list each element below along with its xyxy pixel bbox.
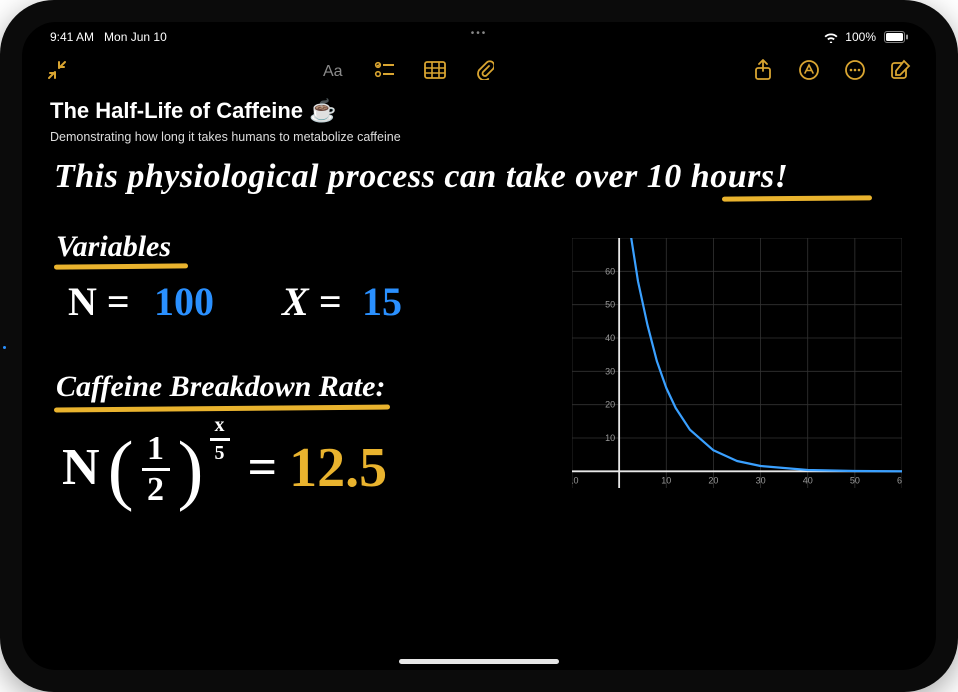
- collapse-icon[interactable]: [44, 57, 70, 83]
- paren-open: (: [108, 438, 134, 500]
- highlight-underline-variables: [54, 263, 188, 269]
- hw-main-sentence: This physiological process can take over…: [54, 158, 788, 196]
- note-body[interactable]: The Half-Life of Caffeine ☕️ Demonstrati…: [50, 98, 908, 652]
- svg-text:50: 50: [605, 300, 615, 310]
- exp-bot: 5: [215, 442, 225, 465]
- markup-icon[interactable]: [796, 57, 822, 83]
- paren-close: ): [178, 438, 204, 500]
- hw-var-n-label: N =: [68, 278, 130, 325]
- highlight-underline-10hours: [722, 195, 872, 201]
- share-icon[interactable]: [750, 57, 776, 83]
- more-icon[interactable]: [842, 57, 868, 83]
- status-bar: 9:41 AM Mon Jun 10 ••• 100%: [22, 22, 936, 48]
- hw-main-b: 10 hours!: [647, 158, 789, 195]
- exp-bar: [210, 438, 230, 441]
- multitask-dots-icon[interactable]: •••: [471, 28, 488, 39]
- coffee-emoji-icon: ☕️: [309, 98, 336, 124]
- side-indicator: [3, 346, 6, 349]
- hw-section-rate: Caffeine Breakdown Rate:: [56, 370, 385, 404]
- status-date: Mon Jun 10: [104, 30, 167, 44]
- formula-N: N: [62, 438, 100, 497]
- hw-var-x-label: X =: [282, 278, 341, 325]
- svg-text:40: 40: [605, 333, 615, 343]
- hw-formula: N ( 1 2 ) x 5 = 12.5: [62, 430, 387, 505]
- svg-text:30: 30: [605, 366, 615, 376]
- hw-var-n-value: 100: [154, 278, 214, 325]
- checklist-icon[interactable]: [372, 57, 398, 83]
- hw-section-variables: Variables: [56, 230, 171, 264]
- fraction-top: 1: [147, 432, 164, 466]
- svg-text:10: 10: [605, 433, 615, 443]
- formula-fraction: 1 2: [142, 432, 170, 507]
- svg-text:60: 60: [897, 475, 902, 485]
- svg-text:10: 10: [661, 475, 671, 485]
- wifi-icon: [823, 31, 839, 43]
- text-format-icon[interactable]: Aa: [322, 57, 348, 83]
- handwriting-canvas[interactable]: This physiological process can take over…: [50, 152, 908, 654]
- svg-text:40: 40: [803, 475, 813, 485]
- formula-result: 12.5: [289, 436, 387, 500]
- exp-top: x: [215, 414, 225, 437]
- hw-main-a: This physiological process can take over: [54, 158, 647, 195]
- highlight-underline-rate: [54, 405, 390, 413]
- note-title: The Half-Life of Caffeine ☕️: [50, 98, 908, 124]
- battery-icon: [882, 31, 908, 43]
- table-icon[interactable]: [422, 57, 448, 83]
- svg-text:-10: -10: [572, 475, 579, 485]
- note-subtitle: Demonstrating how long it takes humans t…: [50, 130, 908, 144]
- screen: 9:41 AM Mon Jun 10 ••• 100%: [22, 22, 936, 670]
- toolbar: Aa: [22, 50, 936, 90]
- svg-text:20: 20: [605, 400, 615, 410]
- svg-text:60: 60: [605, 266, 615, 276]
- attachment-icon[interactable]: [472, 57, 498, 83]
- hw-var-x-value: 15: [362, 278, 402, 325]
- svg-text:Aa: Aa: [323, 63, 343, 80]
- svg-text:30: 30: [756, 475, 766, 485]
- formula-equals: =: [248, 438, 278, 497]
- ipad-frame: 9:41 AM Mon Jun 10 ••• 100%: [0, 0, 958, 692]
- decay-chart: -10 10 20 30 40 50 60 10 20 30 40 50 60: [572, 238, 902, 488]
- formula-exponent: x 5: [210, 414, 230, 465]
- home-indicator[interactable]: [399, 659, 559, 664]
- status-time: 9:41 AM: [50, 30, 94, 44]
- svg-text:50: 50: [850, 475, 860, 485]
- note-title-text: The Half-Life of Caffeine: [50, 98, 303, 124]
- battery-percent: 100%: [845, 30, 876, 44]
- fraction-bot: 2: [147, 473, 164, 507]
- compose-icon[interactable]: [888, 57, 914, 83]
- svg-text:20: 20: [708, 475, 718, 485]
